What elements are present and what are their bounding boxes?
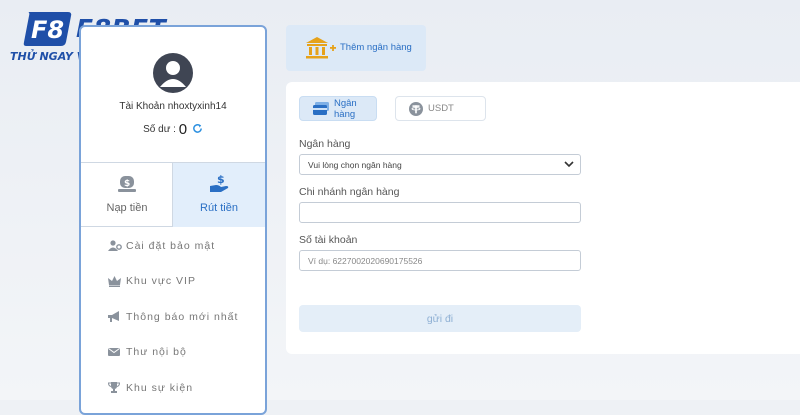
balance-label: Số dư : <box>143 124 176 135</box>
profile-panel: Tài Khoản nhoxtyxinh14 Số dư : 0 <box>81 27 265 163</box>
svg-text:$: $ <box>217 173 225 186</box>
bank-select-value: Vui lòng chọn ngân hàng <box>308 159 402 170</box>
megaphone-icon <box>108 311 122 323</box>
fund-tabs: $ Nạp tiền $ Rút tiền <box>81 163 265 227</box>
tab-usdt[interactable]: USDT <box>395 96 486 121</box>
avatar[interactable] <box>153 53 193 93</box>
balance-row: Số dư : 0 <box>81 121 265 138</box>
tab-bank-label: Ngân hàng <box>334 97 357 120</box>
tab-bank[interactable]: Ngân hàng <box>299 96 377 121</box>
hand-money-icon: $ <box>209 173 231 198</box>
branch-input[interactable] <box>299 202 581 223</box>
tab-usdt-label: USDT <box>428 103 454 114</box>
chevron-down-icon <box>564 160 574 170</box>
envelope-icon <box>108 346 122 358</box>
svg-text:$: $ <box>124 179 130 189</box>
sidebar-item-label: Khu vực VIP <box>126 275 196 288</box>
deposit-tab-label: Nạp tiền <box>106 202 148 214</box>
refresh-icon[interactable] <box>192 123 203 137</box>
balance-value: 0 <box>178 121 188 138</box>
sidebar-item-vip[interactable]: Khu vực VIP <box>81 264 265 300</box>
sidebar-item-label: Cài đặt bảo mật <box>126 239 216 252</box>
bank-add-icon <box>305 37 337 64</box>
sidebar-item-news[interactable]: Thông báo mới nhất <box>81 299 265 335</box>
withdraw-tab-label: Rút tiền <box>200 202 238 214</box>
branch-field-label: Chi nhánh ngân hàng <box>299 186 400 198</box>
account-name: Tài Khoản nhoxtyxinh14 <box>119 101 227 112</box>
user-avatar-icon <box>160 61 186 87</box>
money-bag-icon: $ <box>117 173 137 198</box>
add-bank-button[interactable]: Thêm ngân hàng <box>286 25 426 71</box>
withdraw-form-card: Ngân hàng USDT Ngân hàng Vui lòng chọn n… <box>286 82 800 354</box>
sidebar-item-security[interactable]: Cài đặt bảo mật <box>81 228 265 264</box>
bank-field-label: Ngân hàng <box>299 138 351 150</box>
add-bank-label: Thêm ngân hàng <box>340 42 412 53</box>
sidebar-item-label: Thông báo mới nhất <box>126 310 239 323</box>
sidebar-item-label: Thư nội bộ <box>126 346 187 359</box>
withdraw-tab[interactable]: $ Rút tiền <box>173 163 265 227</box>
sidebar-item-label: Khu sự kiện <box>126 381 194 394</box>
account-sidebar: Tài Khoản nhoxtyxinh14 Số dư : 0 $ Nạp t… <box>79 25 267 415</box>
submit-button[interactable]: gửi đi <box>299 305 581 332</box>
account-number-label: Số tài khoản <box>299 234 358 246</box>
sidebar-menu: Cài đặt bảo mật Khu vực VIP Thông báo mớ… <box>81 228 265 406</box>
user-cog-icon <box>108 240 122 252</box>
crown-icon <box>108 275 122 287</box>
f8-logo-icon: F8 <box>23 12 72 46</box>
sidebar-item-inbox[interactable]: Thư nội bộ <box>81 335 265 371</box>
svg-text:F8: F8 <box>31 16 64 44</box>
sidebar-item-events[interactable]: Khu sự kiện <box>81 370 265 406</box>
account-number-input[interactable]: Ví dụ: 6227002020690175526 <box>299 250 581 271</box>
tether-icon <box>409 101 423 116</box>
trophy-icon <box>108 382 122 394</box>
credit-card-icon <box>313 102 329 115</box>
bank-select[interactable]: Vui lòng chọn ngân hàng <box>299 154 581 175</box>
deposit-tab[interactable]: $ Nạp tiền <box>81 163 173 227</box>
